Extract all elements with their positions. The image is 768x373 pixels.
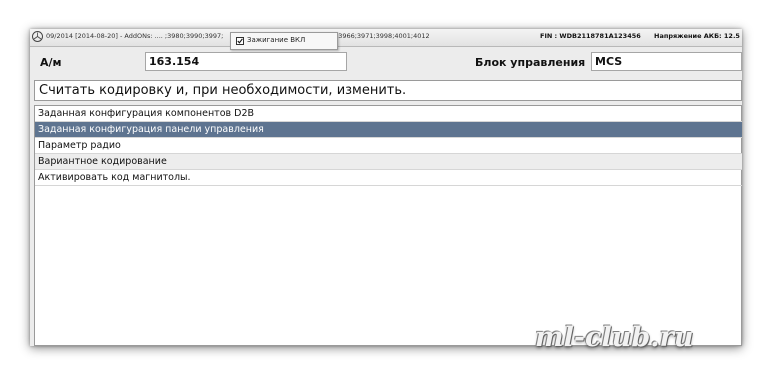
control-unit-field[interactable]: MCS (591, 52, 742, 71)
site-watermark: ml-club.ru (535, 322, 694, 353)
fin-text: FIN : WDB2118781A123456 (540, 32, 641, 40)
battery-voltage-text: Напряжение АКБ: 12.5 (654, 32, 740, 40)
list-item[interactable]: Заданная конфигурация компонентов D2B (35, 106, 742, 122)
ignition-status-label: Зажигание ВКЛ (247, 36, 306, 44)
diagnostic-window: 09/2014 [2014-08-20] - AddONs: .... ;398… (30, 29, 742, 346)
list-item[interactable]: Вариантное кодирование (35, 154, 742, 170)
ignition-status-tooltip: Зажигание ВКЛ (230, 32, 338, 50)
list-item[interactable]: Параметр радио (35, 138, 742, 154)
control-unit-label: Блок управления (475, 56, 586, 69)
am-label: А/м (40, 56, 62, 69)
coding-options-list: Заданная конфигурация компонентов D2B За… (34, 105, 742, 346)
status-bar: 09/2014 [2014-08-20] - AddONs: .... ;398… (30, 29, 742, 47)
list-item-selected[interactable]: Заданная конфигурация панели управления (35, 122, 742, 138)
mercedes-star-icon (32, 31, 43, 42)
list-item[interactable]: Активировать код магнитолы. (35, 170, 742, 186)
command-title: Считать кодировку и, при необходимости, … (34, 80, 742, 101)
addons-codes-text: ;3966;3971;3998;4001;4012 (336, 32, 430, 40)
am-value-field[interactable]: 163.154 (145, 52, 347, 71)
checkbox-checked-icon (236, 37, 244, 45)
vehicle-info-text: 09/2014 [2014-08-20] - AddONs: .... ;398… (46, 32, 224, 40)
